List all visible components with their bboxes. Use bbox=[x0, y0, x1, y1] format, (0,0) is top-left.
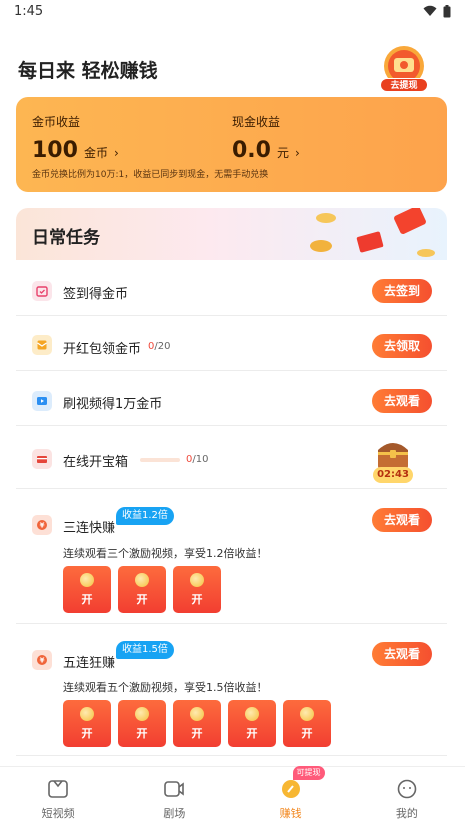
red-envelope[interactable]: 开 bbox=[173, 700, 221, 747]
red-envelope[interactable]: 开 bbox=[118, 566, 166, 613]
task-name: 刷视频得1万金币 bbox=[63, 397, 163, 412]
red-envelope[interactable]: 开 bbox=[228, 700, 276, 747]
coin-earnings[interactable]: 金币收益 100 金币 › bbox=[32, 113, 119, 163]
tab-label: 短视频 bbox=[41, 807, 75, 820]
chevron-right-icon: › bbox=[295, 146, 300, 160]
coin-icon bbox=[300, 707, 314, 721]
watch-button[interactable]: 去观看 bbox=[372, 508, 432, 532]
svg-text:¥: ¥ bbox=[40, 522, 45, 530]
task-description: 连续观看三个激励视频，享受1.2倍收益！ bbox=[63, 547, 268, 560]
coin-icon bbox=[80, 707, 94, 721]
coin-icon bbox=[80, 573, 94, 587]
treasure-box-icon bbox=[32, 449, 52, 469]
treasure-timer: 02:43 bbox=[373, 467, 413, 483]
profile-face-icon bbox=[397, 779, 417, 799]
chevron-right-icon: › bbox=[113, 146, 119, 160]
coin-earnings-unit: 金币 bbox=[83, 146, 108, 160]
tab-profile[interactable]: 我的 bbox=[349, 767, 465, 826]
cash-earnings-title: 现金收益 bbox=[232, 115, 281, 129]
claim-button[interactable]: 去领取 bbox=[372, 334, 432, 358]
withdrawable-badge: 可提现 bbox=[292, 766, 325, 780]
tab-label: 我的 bbox=[395, 807, 418, 820]
short-video-icon bbox=[48, 780, 68, 798]
task-progress: 0/20 bbox=[148, 341, 171, 352]
coin-icon bbox=[245, 707, 259, 721]
task-description: 连续观看五个激励视频，享受1.5倍收益！ bbox=[63, 681, 268, 694]
cash-earnings-unit: 元 bbox=[276, 146, 289, 160]
coin-earnings-value: 100 bbox=[32, 138, 78, 163]
coin-earnings-title: 金币收益 bbox=[32, 115, 81, 129]
status-bar: 1:45 bbox=[0, 0, 465, 22]
task-name: 三连快赚 bbox=[63, 521, 116, 536]
theater-camera-icon bbox=[164, 781, 185, 797]
status-icons bbox=[423, 4, 451, 18]
task-row-open-envelope: 开红包领金币 0/20 去领取 bbox=[16, 316, 447, 371]
envelope-row: 开 开 开 开 开 bbox=[63, 700, 331, 747]
red-envelope[interactable]: 开 bbox=[173, 566, 221, 613]
task-row-triple-earn: ¥ 三连快赚 收益1.2倍 连续观看三个激励视频，享受1.2倍收益！ 去观看 开… bbox=[16, 489, 447, 624]
watch-button[interactable]: 去观看 bbox=[372, 389, 432, 413]
coin-icon bbox=[281, 780, 300, 798]
red-envelope[interactable]: 开 bbox=[283, 700, 331, 747]
red-envelope[interactable]: 开 bbox=[63, 566, 111, 613]
wifi-icon bbox=[423, 5, 437, 16]
tab-earn[interactable]: 可提现 赚钱 bbox=[233, 766, 349, 826]
video-icon bbox=[32, 391, 52, 411]
status-time: 1:45 bbox=[14, 3, 44, 19]
yuan-coin-icon: ¥ bbox=[32, 650, 52, 670]
coin-icon bbox=[135, 573, 149, 587]
task-name: 五连狂赚 bbox=[63, 656, 116, 671]
task-name: 签到得金币 bbox=[63, 287, 129, 302]
coin-icon bbox=[190, 707, 204, 721]
bonus-tag: 收益1.2倍 bbox=[116, 507, 174, 525]
task-row-five-earn: ¥ 五连狂赚 收益1.5倍 连续观看五个激励视频，享受1.5倍收益！ 去观看 开… bbox=[16, 624, 447, 756]
task-name: 在线开宝箱 bbox=[63, 455, 129, 470]
red-envelope[interactable]: 开 bbox=[118, 700, 166, 747]
battery-icon bbox=[443, 4, 451, 17]
tab-theater[interactable]: 剧场 bbox=[116, 767, 232, 826]
envelope-icon bbox=[32, 335, 52, 355]
task-progress: 0/10 bbox=[186, 454, 209, 465]
svg-text:¥: ¥ bbox=[40, 657, 45, 665]
yuan-coin-icon: ¥ bbox=[32, 515, 52, 535]
coin-icon bbox=[135, 707, 149, 721]
task-name: 开红包领金币 bbox=[63, 342, 142, 357]
watch-button[interactable]: 去观看 bbox=[372, 642, 432, 666]
task-row-checkin: 签到得金币 去签到 bbox=[16, 266, 447, 316]
treasure-chest-icon[interactable] bbox=[375, 436, 411, 470]
cash-earnings-value: 0.0 bbox=[232, 138, 271, 163]
coins-decoration-icon bbox=[310, 208, 435, 257]
bottom-tab-bar: 短视频 剧场 可提现 赚钱 我的 bbox=[0, 766, 465, 826]
calendar-icon bbox=[32, 281, 52, 301]
tab-short-video[interactable]: 短视频 bbox=[0, 767, 116, 826]
task-row-watch-video: 刷视频得1万金币 去观看 bbox=[16, 371, 447, 426]
treasure-progress-bar bbox=[140, 458, 180, 462]
exchange-note: 金币兑换比例为10万:1，收益已同步到现金，无需手动兑换 bbox=[32, 170, 269, 180]
withdraw-badge-label[interactable]: 去提现 bbox=[380, 78, 428, 92]
page-title: 每日来 轻松赚钱 bbox=[18, 60, 158, 82]
bonus-tag: 收益1.5倍 bbox=[116, 641, 174, 659]
coin-icon bbox=[190, 573, 204, 587]
earnings-card: 金币收益 100 金币 › 现金收益 0.0 元 › 金币兑换比例为10万:1，… bbox=[16, 97, 447, 192]
tab-label: 剧场 bbox=[163, 807, 186, 820]
checkin-button[interactable]: 去签到 bbox=[372, 279, 432, 303]
daily-tasks-banner: 日常任务 bbox=[16, 208, 447, 260]
envelope-row: 开 开 开 bbox=[63, 566, 221, 613]
daily-tasks-title: 日常任务 bbox=[32, 228, 100, 248]
red-envelope[interactable]: 开 bbox=[63, 700, 111, 747]
cash-earnings[interactable]: 现金收益 0.0 元 › bbox=[232, 113, 300, 163]
tab-label: 赚钱 bbox=[279, 807, 302, 820]
